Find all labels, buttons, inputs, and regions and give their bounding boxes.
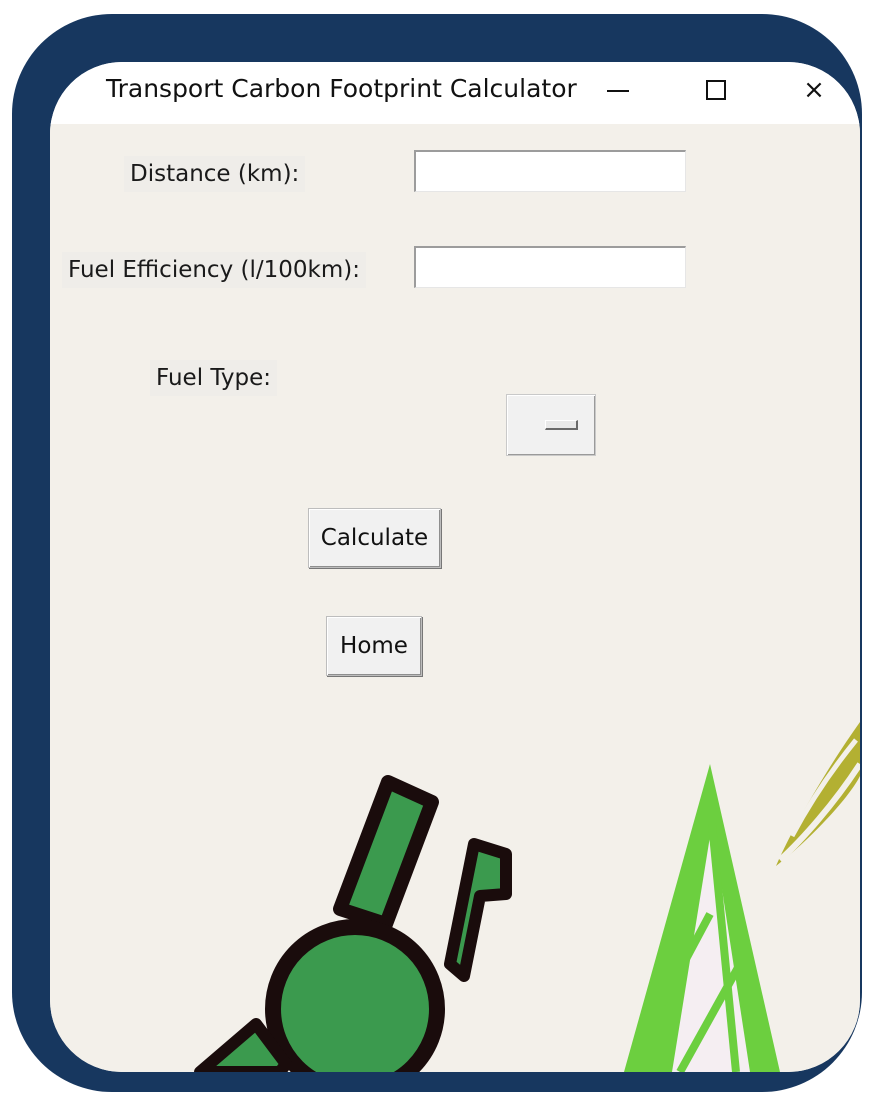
olive-leaf-icon: [776, 722, 860, 866]
distance-input[interactable]: [414, 150, 686, 192]
calculate-button[interactable]: Calculate: [308, 508, 441, 568]
app-window: Transport Carbon Footprint Calculator ×: [50, 62, 860, 1072]
close-icon: ×: [803, 75, 825, 105]
minimize-icon: [607, 90, 629, 92]
fuel-efficiency-input[interactable]: [414, 246, 686, 288]
maximize-button[interactable]: [694, 70, 738, 110]
fuel-type-label: Fuel Type:: [150, 360, 277, 396]
main-content: Distance (km): Fuel Efficiency (l/100km)…: [50, 124, 860, 1072]
home-button[interactable]: Home: [326, 616, 422, 676]
maximize-icon: [706, 80, 726, 100]
close-button[interactable]: ×: [792, 70, 836, 110]
device-frame: Transport Carbon Footprint Calculator ×: [12, 14, 862, 1092]
title-bar[interactable]: Transport Carbon Footprint Calculator ×: [50, 62, 860, 124]
distance-label: Distance (km):: [124, 156, 306, 192]
dropdown-indicator-icon: [544, 420, 578, 430]
green-leaf-icon: [624, 764, 780, 1072]
fuel-efficiency-label: Fuel Efficiency (l/100km):: [62, 252, 366, 288]
window-title: Transport Carbon Footprint Calculator: [106, 74, 577, 103]
figure-illustration-icon: [194, 775, 512, 1072]
fuel-type-dropdown[interactable]: [506, 394, 596, 456]
minimize-button[interactable]: [596, 70, 640, 110]
